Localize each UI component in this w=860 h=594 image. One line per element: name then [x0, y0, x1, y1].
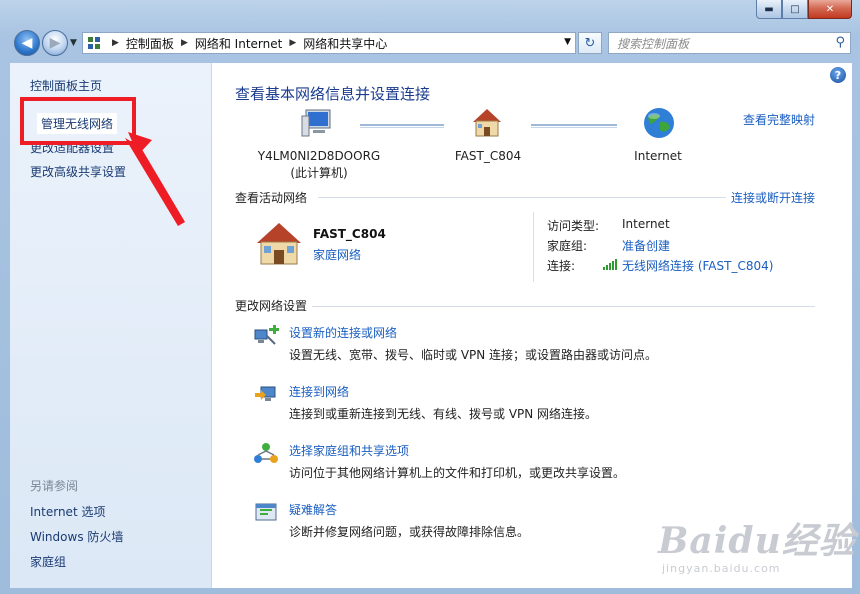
window-controls: ▬ □ ✕	[756, 0, 852, 20]
chevron-right-icon[interactable]: ▶	[181, 38, 188, 48]
node-internet-name: Internet	[634, 149, 682, 163]
wifi-signal-icon	[603, 259, 617, 270]
connect-disconnect-link[interactable]: 连接或断开连接	[731, 189, 815, 206]
sidebar-item-advanced-sharing[interactable]: 更改高级共享设置	[30, 163, 126, 180]
homegroup-link[interactable]: 准备创建	[622, 237, 670, 254]
sidebar-item-internet-options[interactable]: Internet 选项	[30, 503, 105, 520]
refresh-button[interactable]: ↻	[578, 32, 602, 54]
home-network-icon	[257, 223, 301, 265]
chevron-right-icon[interactable]: ▶	[289, 38, 296, 48]
homegroup-sharing-icon	[254, 443, 278, 463]
back-button[interactable]: ◀	[14, 30, 40, 56]
access-type-label: 访问类型:	[547, 219, 600, 233]
node-internet[interactable]: Internet	[620, 148, 696, 165]
watermark-text: Baidu经验	[658, 520, 856, 562]
watermark-url: jingyan.baidu.com	[662, 562, 781, 575]
navigation-bar: ◀ ▶ ▼ ▶ 控制面板 ▶ 网络和 Internet ▶ 网络和共享中心 ▼ ↻ 搜…	[8, 28, 853, 60]
section-divider	[312, 306, 815, 307]
sidebar-item-control-panel-home[interactable]: 控制面板主页	[30, 77, 102, 94]
node-this-computer[interactable]: Y4LM0NI2D8DOORG (此计算机)	[252, 148, 386, 182]
globe-icon[interactable]	[642, 106, 676, 140]
connection-label: 连接:	[547, 259, 576, 273]
minimize-button[interactable]: ▬	[756, 0, 782, 19]
node-computer-name: Y4LM0NI2D8DOORG	[257, 149, 381, 163]
search-input[interactable]: 搜索控制面板 ⚲	[608, 32, 851, 54]
house-icon[interactable]	[470, 106, 504, 140]
address-bar[interactable]: ▶ 控制面板 ▶ 网络和 Internet ▶ 网络和共享中心 ▼	[82, 32, 576, 54]
active-network-name: FAST_C804	[313, 227, 386, 241]
view-full-map-link[interactable]: 查看完整映射	[743, 111, 815, 128]
breadcrumb-network-sharing-center[interactable]: 网络和共享中心	[303, 35, 387, 52]
node-computer-subtitle: (此计算机)	[290, 166, 348, 180]
section-divider	[318, 197, 726, 198]
task-setup-new-connection-desc: 设置无线、宽带、拨号、临时或 VPN 连接；或设置路由器或访问点。	[289, 348, 658, 362]
connection-line	[531, 124, 617, 128]
node-router[interactable]: FAST_C804	[444, 148, 532, 165]
computer-icon[interactable]	[300, 106, 334, 140]
task-troubleshoot-desc: 诊断并修复网络问题，或获得故障排除信息。	[289, 525, 530, 539]
node-router-name: FAST_C804	[454, 149, 522, 163]
page-title: 查看基本网络信息并设置连接	[235, 85, 431, 103]
address-dropdown-icon[interactable]: ▼	[564, 37, 571, 47]
breadcrumb-control-panel[interactable]: 控制面板	[126, 35, 174, 52]
help-icon[interactable]: ?	[830, 67, 846, 83]
search-icon[interactable]: ⚲	[835, 35, 845, 50]
task-connect-to-network-desc: 连接到或重新连接到无线、有线、拨号或 VPN 网络连接。	[289, 407, 598, 421]
search-placeholder: 搜索控制面板	[617, 36, 690, 51]
active-networks-title: 查看活动网络	[235, 191, 308, 205]
troubleshoot-icon	[255, 503, 277, 521]
close-button[interactable]: ✕	[808, 0, 852, 19]
vertical-divider	[533, 212, 534, 282]
task-setup-new-connection[interactable]: 设置新的连接或网络	[289, 324, 397, 341]
breadcrumb-network-internet[interactable]: 网络和 Internet	[195, 35, 282, 52]
task-connect-to-network[interactable]: 连接到网络	[289, 383, 349, 400]
forward-button[interactable]: ▶	[42, 30, 68, 56]
connect-to-network-icon	[255, 386, 276, 401]
task-homegroup-sharing-desc: 访问位于其他网络计算机上的文件和打印机，或更改共享设置。	[289, 466, 626, 480]
control-panel-icon	[83, 33, 105, 53]
watermark-logo: Baidu经验 jingyan.baidu.com	[658, 512, 858, 582]
task-troubleshoot[interactable]: 疑难解答	[289, 501, 337, 518]
network-type-link[interactable]: 家庭网络	[313, 246, 361, 263]
highlight-box	[20, 97, 136, 145]
new-connection-icon	[254, 325, 279, 345]
chevron-right-icon[interactable]: ▶	[112, 38, 119, 48]
change-settings-title: 更改网络设置	[235, 299, 308, 313]
wireless-connection-link[interactable]: 无线网络连接 (FAST_C804)	[622, 257, 773, 274]
homegroup-label: 家庭组:	[547, 239, 588, 253]
see-also-title: 另请参阅	[30, 479, 79, 493]
sidebar-item-windows-firewall[interactable]: Windows 防火墙	[30, 528, 123, 545]
access-type-value: Internet	[622, 217, 670, 231]
sidebar-item-homegroup[interactable]: 家庭组	[30, 553, 66, 570]
recent-pages-dropdown-icon[interactable]: ▼	[70, 38, 77, 48]
task-homegroup-sharing[interactable]: 选择家庭组和共享选项	[289, 442, 409, 459]
maximize-button[interactable]: □	[782, 0, 808, 19]
connection-line	[360, 124, 444, 128]
